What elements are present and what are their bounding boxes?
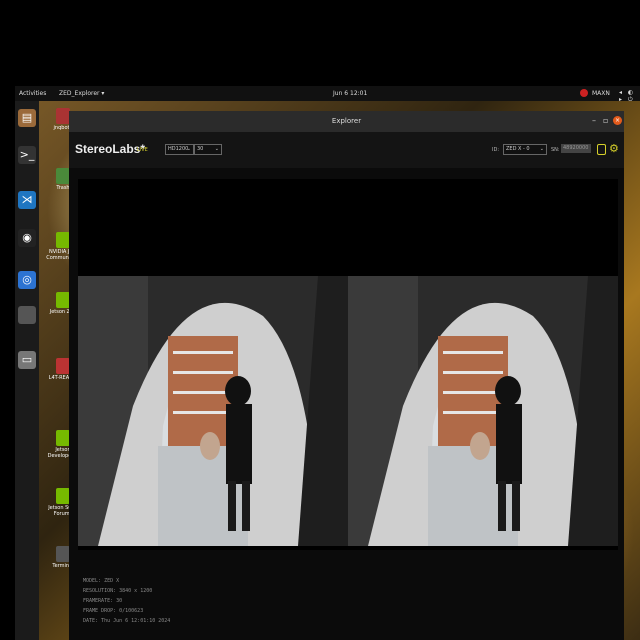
- fps-select[interactable]: 30 ⌄: [194, 144, 222, 155]
- window-titlebar[interactable]: Explorer – ▫ ×: [69, 111, 624, 132]
- power-mode-label[interactable]: MAXN: [592, 90, 610, 97]
- vscode-icon[interactable]: ⋊: [18, 191, 36, 209]
- clock[interactable]: Jun 6 12:01: [333, 90, 367, 97]
- maximize-button[interactable]: ▫: [603, 116, 608, 125]
- activities-button[interactable]: Activities: [19, 90, 46, 97]
- shortcut-icon: [56, 358, 70, 374]
- sn-label: SN:: [551, 147, 560, 153]
- chevron-down-icon: ⌄: [539, 146, 544, 152]
- right-camera-image: [348, 276, 618, 546]
- camera-select[interactable]: ZED X - 0 ⌄: [503, 144, 547, 155]
- top-panel: Activities ZED_Explorer ▾ Jun 6 12:01 MA…: [15, 86, 640, 104]
- shortcut-icon: [56, 168, 70, 184]
- shortcut-icon: [56, 232, 70, 248]
- meta-resolution: RESOLUTION: 3840 x 1200: [83, 588, 153, 594]
- camera-value: ZED X - 0: [506, 146, 530, 152]
- disk-icon[interactable]: ▭: [18, 351, 36, 369]
- app-icon[interactable]: [18, 306, 36, 324]
- window-title: Explorer: [331, 117, 362, 125]
- toolbar: StereoLabs* LIVE HD1200 ⌄ 30 ⌄ ID: ZED X -…: [69, 132, 624, 168]
- stream-metadata: MODEL: ZED X RESOLUTION: 3840 x 1200 FRA…: [83, 576, 170, 626]
- files-icon[interactable]: ▤: [18, 109, 36, 127]
- id-label: ID:: [492, 147, 500, 153]
- stereo-feed[interactable]: [78, 276, 618, 546]
- meta-framerate: FRAMERATE: 30: [83, 598, 123, 604]
- system-tray[interactable]: ◂ ◐ ▸ ⏻: [619, 89, 640, 104]
- serial-field: 48920000: [561, 144, 591, 153]
- shortcut-icon: [56, 430, 70, 446]
- fps-value: 30: [197, 146, 204, 152]
- meta-date: DATE: Thu Jun 6 12:01:10 2024: [83, 618, 171, 624]
- resolution-value: HD1200: [168, 146, 189, 152]
- record-icon[interactable]: [597, 144, 606, 155]
- dock: ▤ >_ ⋊ ◉ ◎ ▭: [15, 101, 39, 640]
- left-camera-image: [78, 276, 348, 546]
- chevron-down-icon: ⌄: [214, 146, 219, 152]
- shortcut-icon: [56, 546, 70, 562]
- chevron-down-icon: ⌄: [186, 146, 191, 152]
- explorer-window: Explorer – ▫ × StereoLabs* LIVE HD1200 ⌄ …: [69, 111, 624, 640]
- nvidia-icon[interactable]: [580, 89, 588, 97]
- close-button[interactable]: ×: [613, 116, 622, 125]
- shortcut-icon: [56, 108, 70, 124]
- gear-icon[interactable]: ⚙: [609, 142, 619, 155]
- chromium-icon[interactable]: ◎: [18, 271, 36, 289]
- stereolabs-logo: StereoLabs*: [75, 142, 146, 156]
- meta-model: MODEL: ZED X: [83, 578, 120, 584]
- shortcut-icon: [56, 488, 70, 504]
- minimize-button[interactable]: –: [592, 116, 596, 125]
- live-indicator: LIVE: [137, 147, 148, 153]
- app-menu[interactable]: ZED_Explorer ▾: [59, 90, 104, 97]
- obs-icon[interactable]: ◉: [18, 229, 36, 247]
- resolution-select[interactable]: HD1200 ⌄: [165, 144, 194, 155]
- meta-frame-drop: FRAME DROP: 0/100623: [83, 608, 144, 614]
- shortcut-icon: [56, 292, 70, 308]
- terminal-icon[interactable]: >_: [18, 146, 36, 164]
- video-viewer[interactable]: [78, 179, 618, 550]
